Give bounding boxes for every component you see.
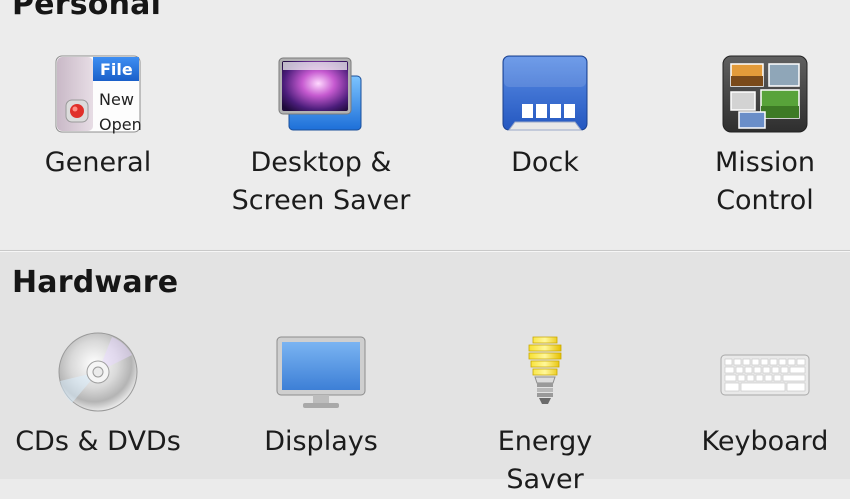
general-icon: File New Open	[52, 54, 144, 136]
pane-label-energy: Energy Saver	[497, 426, 593, 495]
energy-saver-icon	[499, 331, 591, 413]
mission-control-icon	[719, 54, 811, 136]
pane-energy-saver[interactable]: Energy Saver	[435, 251, 655, 495]
pane-label-desktop: Desktop & Screen Saver	[231, 147, 411, 216]
svg-text:New: New	[99, 90, 134, 109]
pane-general[interactable]: File New Open General	[0, 0, 208, 249]
pane-label-displays: Displays	[264, 426, 378, 457]
svg-text:File: File	[100, 60, 133, 79]
cd-dvd-icon	[52, 331, 144, 413]
pane-label-keyboard: Keyboard	[701, 426, 829, 457]
pane-mission-control[interactable]: Mission Control	[655, 0, 850, 249]
pane-label-cds: CDs & DVDs	[15, 426, 181, 457]
svg-text:Open: Open	[99, 115, 142, 134]
pane-label-mission: Mission Control	[714, 147, 816, 216]
hardware-section: Hardware CDs & DVDs Displays Energy Save…	[0, 250, 850, 495]
keyboard-icon	[719, 331, 811, 413]
pane-displays[interactable]: Displays	[211, 251, 431, 479]
desktop-screensaver-icon	[275, 54, 367, 136]
pane-label-general: General	[44, 147, 152, 178]
pane-dock[interactable]: Dock	[435, 0, 655, 249]
pane-cds-dvds[interactable]: CDs & DVDs	[0, 251, 208, 479]
personal-section: Personal File New Open General Desktop &…	[0, 0, 850, 249]
pane-keyboard[interactable]: Keyboard	[655, 251, 850, 479]
pane-desktop-screen-saver[interactable]: Desktop & Screen Saver	[211, 0, 431, 249]
pane-label-dock: Dock	[511, 147, 579, 178]
display-icon	[275, 331, 367, 413]
dock-icon	[499, 54, 591, 136]
